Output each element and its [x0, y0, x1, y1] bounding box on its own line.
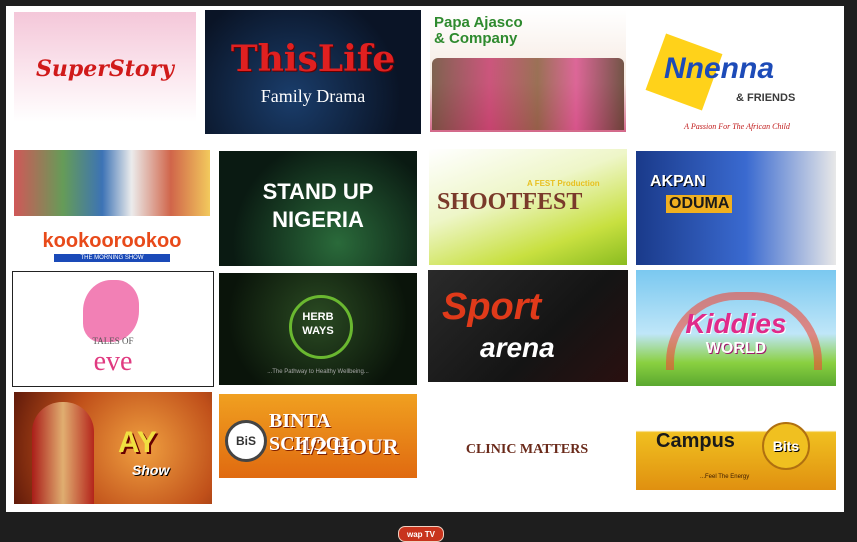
tile-ay-show[interactable]: AY Show — [14, 392, 212, 504]
tile-title: Campus — [656, 430, 735, 452]
tile-tagline: ...The Pathway to Healthy Wellbeing... — [267, 369, 369, 375]
tile-title: SHOOTFEST — [437, 189, 583, 215]
tile-tagline: ...Feel The Energy — [700, 474, 750, 480]
tile-title: AY — [118, 426, 157, 459]
cast-photo — [432, 58, 624, 130]
tile-subtitle: eve — [93, 346, 133, 377]
tile-subtitle: arena — [480, 332, 555, 363]
tile-kookoorookoo[interactable]: kookoorookoo THE MORNING SHOW — [14, 148, 210, 266]
show-grid: SuperStory ThisLife Family Drama Papa Aj… — [6, 6, 844, 512]
tile-subtitle: WORLD — [705, 340, 767, 357]
tile-papa-ajasco[interactable]: Papa Ajasco & Company — [430, 10, 626, 132]
host-figure — [32, 402, 94, 504]
tile-subtitle: THE MORNING SHOW — [54, 254, 170, 262]
tile-title: Sport — [442, 286, 542, 328]
hair-graphic — [83, 280, 139, 342]
tile-stand-up-nigeria[interactable]: STAND UP NIGERIA — [219, 151, 417, 266]
tile-subtitle: 1/2 HOUR — [299, 434, 399, 459]
tile-subtitle: Bits — [762, 422, 810, 470]
tile-title: Papa Ajasco — [434, 14, 523, 31]
tile-superstory[interactable]: SuperStory — [14, 12, 196, 122]
tile-subtitle: ODUMA — [666, 195, 733, 213]
tile-subtitle: & Company — [434, 30, 518, 47]
tile-title: HERB — [302, 311, 334, 323]
tile-shootfest[interactable]: A FEST Production SHOOTFEST — [429, 149, 627, 265]
tile-binta-school[interactable]: BiS BINTA SCHOOL 1/2 HOUR — [219, 394, 417, 478]
tile-subtitle: Family Drama — [260, 86, 366, 106]
tile-title: kookoorookoo — [42, 230, 182, 252]
tile-badge: BiS — [225, 420, 267, 462]
tile-title: STAND UP — [262, 179, 374, 204]
tile-campus-bits[interactable]: Campus Bits ...Feel The Energy — [636, 394, 836, 490]
tile-thislife[interactable]: ThisLife Family Drama — [205, 10, 421, 134]
tile-title: Kiddies — [685, 308, 787, 339]
tile-herb-ways[interactable]: HERB WAYS ...The Pathway to Healthy Well… — [219, 273, 417, 385]
tile-title: TALES OF — [92, 336, 134, 346]
tile-tagline: A Passion For The African Child — [684, 122, 790, 131]
tile-subtitle: A FEST Production — [527, 179, 600, 188]
tile-akpan-oduma[interactable]: AKPAN ODUMA — [636, 151, 836, 265]
tile-sport-arena[interactable]: Sport arena — [428, 270, 628, 382]
tile-subtitle: & FRIENDS — [736, 92, 796, 104]
tile-kiddies-world[interactable]: Kiddies WORLD — [636, 270, 836, 386]
wap-tv-logo: wap TV — [398, 526, 444, 542]
cast-photo — [14, 150, 210, 216]
tile-title: SuperStory — [36, 56, 174, 82]
tile-title: Nnenna — [664, 52, 775, 85]
tile-nnenna-friends[interactable]: Nnenna & FRIENDS A Passion For The Afric… — [636, 10, 838, 138]
tile-subtitle: Show — [132, 462, 170, 478]
tile-tales-of-eve[interactable]: TALES OF eve — [12, 271, 214, 387]
tile-title: CLINIC MATTERS — [465, 442, 589, 457]
tile-title: ThisLife — [230, 38, 396, 80]
tile-subtitle: NIGERIA — [272, 207, 364, 232]
tile-clinic-matters[interactable]: CLINIC MATTERS — [428, 394, 626, 504]
tile-title: AKPAN — [650, 173, 706, 190]
tile-subtitle: WAYS — [302, 325, 334, 337]
